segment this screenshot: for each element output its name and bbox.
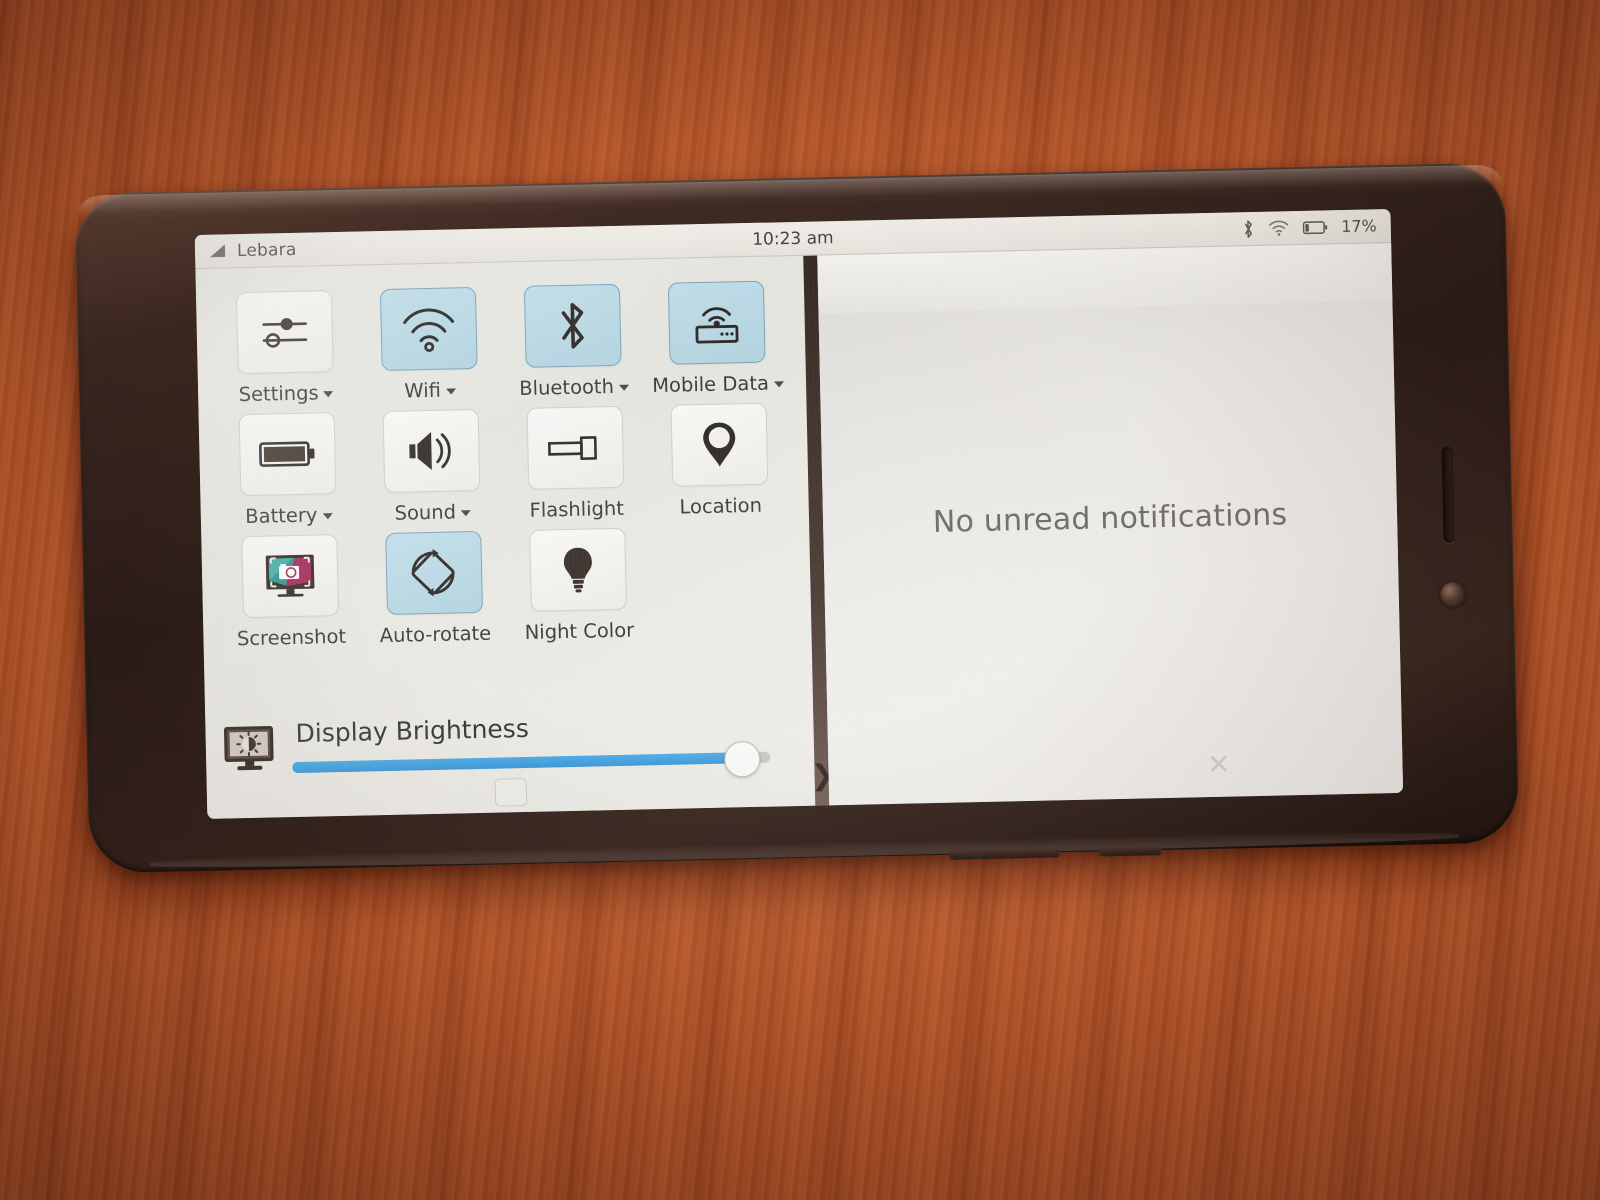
battery-icon (258, 438, 317, 469)
tile-label-text: Flashlight (529, 496, 625, 522)
quick-settings-panel: Settings Wifi Bluetooth Mobile Data Batt… (195, 255, 816, 819)
bluetooth-icon (1242, 218, 1255, 238)
quick-tile-battery-box[interactable] (238, 412, 337, 497)
quick-tile-location[interactable]: Location (646, 396, 793, 519)
quick-tile-mobile-data[interactable]: Mobile Data (644, 274, 791, 397)
quick-tile-night-color-label: Night Color (524, 619, 634, 644)
quick-tile-mobile-data-box[interactable] (667, 280, 766, 365)
map-pin-icon (699, 418, 740, 471)
chevron-down-icon[interactable] (323, 391, 334, 398)
lightbulb-icon (560, 543, 597, 596)
screenshot-icon (261, 549, 320, 602)
quick-tile-mobile-data-label: Mobile Data (651, 371, 785, 398)
quick-tile-screenshot[interactable]: Screenshot (217, 528, 364, 651)
quick-tile-battery[interactable]: Battery (214, 406, 361, 529)
close-icon[interactable]: ✕ (1207, 748, 1231, 782)
chevron-down-icon[interactable] (773, 381, 785, 388)
quick-tile-empty-slot (649, 518, 796, 641)
quick-tile-settings-label: Settings (238, 381, 334, 407)
quick-tile-settings[interactable]: Settings (212, 284, 359, 407)
quick-tile-auto-rotate-label: Auto-rotate (379, 622, 491, 647)
tile-label-text: Battery (244, 503, 318, 529)
brightness-slider-fill (292, 752, 742, 774)
power-button[interactable] (1099, 845, 1162, 857)
display-brightness-icon (223, 725, 276, 774)
battery-icon (1303, 220, 1328, 235)
sliders-icon (259, 310, 310, 355)
wifi-icon (400, 305, 457, 352)
quick-tile-bluetooth[interactable]: Bluetooth (500, 277, 647, 400)
display-brightness-control: Display Brightness (291, 708, 792, 778)
quick-tile-wifi[interactable]: Wifi (356, 280, 503, 403)
quick-tile-screenshot-label: Screenshot (237, 625, 347, 650)
display-brightness-row: Display Brightness (205, 708, 814, 778)
tile-label-text: Mobile Data (651, 371, 770, 398)
speaker-icon (404, 426, 459, 475)
status-bar-right: 17% (1242, 216, 1377, 239)
quick-tile-battery-label: Battery (245, 503, 333, 528)
quick-tile-flashlight[interactable]: Flashlight (502, 399, 649, 522)
tile-label-text: Sound (394, 500, 457, 525)
brightness-slider[interactable] (292, 740, 771, 778)
phone-bezel-highlight-bottom (149, 828, 1460, 872)
chevron-down-icon[interactable] (322, 513, 333, 520)
chevron-down-icon[interactable] (460, 510, 472, 517)
battery-percent-label: 17% (1341, 216, 1377, 237)
chevron-down-icon[interactable] (445, 388, 457, 395)
no-notifications-message: No unread notifications (932, 496, 1288, 540)
quick-settings-grid: Settings Wifi Bluetooth Mobile Data Batt… (196, 268, 812, 651)
carrier-label: Lebara (236, 239, 297, 261)
brightness-slider-knob[interactable] (724, 740, 761, 778)
chevron-down-icon[interactable] (618, 384, 630, 391)
auto-rotate-icon (406, 545, 463, 600)
earpiece-speaker (1441, 446, 1455, 543)
quick-tile-bluetooth-label: Bluetooth (519, 374, 630, 401)
quick-tile-flashlight-label: Flashlight (529, 497, 624, 522)
quick-tile-auto-rotate[interactable]: Auto-rotate (361, 524, 508, 647)
quick-tile-wifi-label: Wifi (404, 378, 457, 403)
wifi-icon (1268, 219, 1290, 236)
quick-tile-night-color-box[interactable] (529, 527, 627, 612)
signal-bars-icon (209, 243, 228, 258)
photo-scene: Lebara 10:23 am 17% Settings Wifi Blueto… (0, 0, 1600, 1200)
bluetooth-icon (554, 298, 591, 353)
quick-tile-sound-box[interactable] (382, 408, 481, 493)
tile-label-text: Bluetooth (519, 374, 615, 401)
tile-label-text: Settings (238, 381, 319, 407)
notifications-header (817, 242, 1393, 315)
quick-tile-flashlight-box[interactable] (526, 405, 625, 490)
tile-label-text: Auto-rotate (379, 621, 492, 648)
tile-label-text: Night Color (524, 618, 635, 644)
quick-tile-bluetooth-box[interactable] (523, 283, 622, 368)
quick-tile-wifi-box[interactable] (379, 286, 478, 372)
phone-device: Lebara 10:23 am 17% Settings Wifi Blueto… (74, 162, 1520, 874)
quick-tile-sound[interactable]: Sound (358, 402, 505, 525)
quick-tile-settings-box[interactable] (235, 290, 334, 375)
phone-screen: Lebara 10:23 am 17% Settings Wifi Blueto… (194, 208, 1404, 819)
front-camera (1439, 581, 1467, 608)
quick-tile-sound-label: Sound (394, 500, 472, 525)
flashlight-icon (545, 432, 606, 463)
quick-tile-screenshot-box[interactable] (241, 534, 340, 619)
tile-label-text: Wifi (404, 378, 442, 403)
display-brightness-label: Display Brightness (295, 713, 530, 748)
notifications-panel: No unread notifications ✕ (817, 242, 1404, 806)
volume-button[interactable] (949, 847, 1060, 860)
quick-tile-night-color[interactable]: Night Color (505, 521, 652, 644)
tile-label-text: Location (679, 493, 763, 519)
tile-label-text: Screenshot (236, 624, 347, 651)
shade-panels: Settings Wifi Bluetooth Mobile Data Batt… (195, 242, 1404, 819)
quick-tile-auto-rotate-box[interactable] (385, 530, 483, 615)
router-icon (687, 298, 746, 347)
home-indicator[interactable] (494, 777, 528, 807)
quick-tile-location-label: Location (679, 494, 762, 519)
quick-tile-location-box[interactable] (670, 402, 769, 487)
